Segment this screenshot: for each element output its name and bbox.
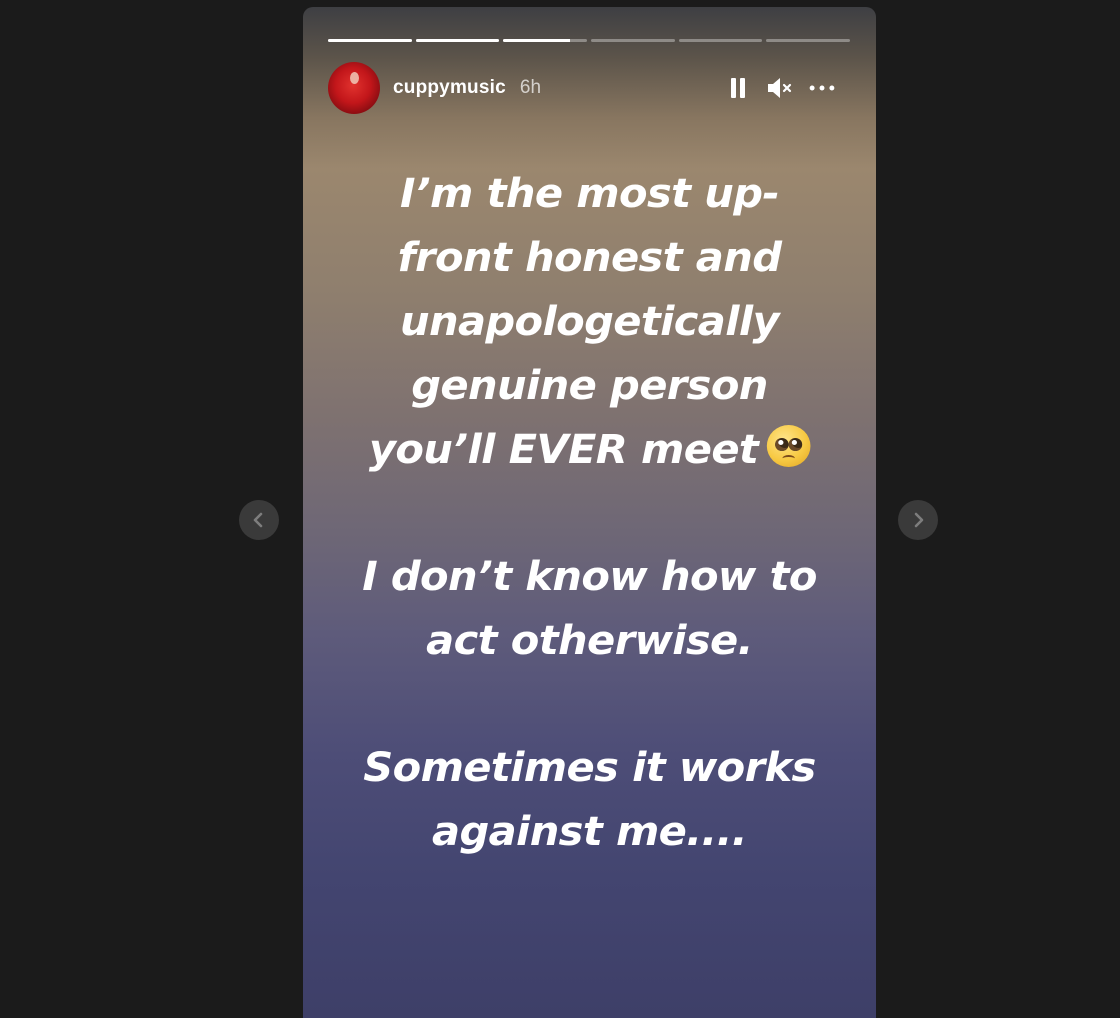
progress-segment [503,39,588,42]
more-options-icon [809,85,835,91]
story-controls [724,74,836,102]
story-paragraph: I’m the most up- front honest and unapol… [303,162,876,482]
story-paragraph: Sometimes it works against me.... [363,745,816,855]
chevron-left-icon [253,512,263,528]
progress-segment [766,39,851,42]
avatar[interactable] [328,62,380,114]
story-card[interactable]: cuppymusic 6h I’m the most up- front hon… [303,7,876,1018]
more-options-button[interactable] [808,74,836,102]
mute-button[interactable] [766,74,794,102]
previous-story-button[interactable] [239,500,279,540]
pause-button[interactable] [724,74,752,102]
progress-segment [415,39,500,42]
muted-speaker-icon [768,78,792,98]
next-story-button[interactable] [898,500,938,540]
chevron-right-icon [914,512,924,528]
story-viewer: cuppymusic 6h I’m the most up- front hon… [0,0,1120,1018]
post-time: 6h [519,77,542,98]
story-paragraph: I don’t know how to act otherwise. [362,554,817,664]
story-paragraph-text: I’m the most up- front honest and unapol… [368,171,782,473]
pause-icon [731,78,745,98]
story-header: cuppymusic 6h [328,61,850,115]
progress-segment [591,39,675,42]
progress-segment [678,39,763,42]
username-link[interactable]: cuppymusic [393,77,506,99]
story-text: I’m the most up- front honest and unapol… [303,162,876,927]
story-progress-bar [328,39,851,42]
progress-segment [328,39,412,42]
pleading-face-emoji-icon [766,425,811,467]
